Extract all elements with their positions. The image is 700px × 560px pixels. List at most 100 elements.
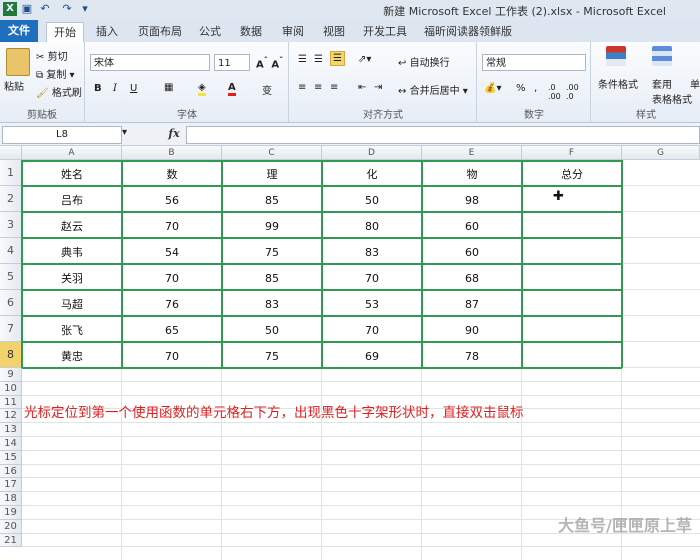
customize-quick-access-icon[interactable]: ▾ xyxy=(78,2,92,16)
data-cell[interactable]: 54 xyxy=(122,238,222,264)
data-cell[interactable]: 87 xyxy=(422,290,522,316)
column-header-a[interactable]: A xyxy=(22,146,122,160)
formula-input[interactable] xyxy=(186,126,700,144)
data-cell[interactable]: 80 xyxy=(322,212,422,238)
tab-foxit[interactable]: 福昕阅读器领鲜版 xyxy=(420,22,516,42)
cell-styles-button[interactable]: 单 xyxy=(690,76,700,91)
column-header-c[interactable]: C xyxy=(222,146,322,160)
data-cell[interactable] xyxy=(522,186,622,212)
column-header-d[interactable]: D xyxy=(322,146,422,160)
underline-button[interactable]: U xyxy=(130,83,137,94)
copy-button[interactable]: ⧉ 复制 ▾ xyxy=(36,66,75,81)
header-cell[interactable]: 化 xyxy=(322,160,422,186)
save-icon[interactable]: ▣ xyxy=(20,2,34,16)
row-header-16[interactable]: 16 xyxy=(0,464,22,479)
italic-button[interactable]: I xyxy=(113,83,117,94)
data-cell[interactable]: 83 xyxy=(222,290,322,316)
data-cell[interactable]: 50 xyxy=(322,186,422,212)
font-name-combo[interactable]: 宋体 xyxy=(90,54,210,71)
insert-function-button[interactable]: fx xyxy=(164,126,184,142)
decrease-indent-icon[interactable]: ⇤ xyxy=(358,82,366,93)
data-cell[interactable]: 黄忠 xyxy=(22,342,122,368)
row-header-10[interactable]: 10 xyxy=(0,381,22,396)
data-cell[interactable]: 70 xyxy=(122,342,222,368)
name-box-dropdown-icon[interactable]: ▾ xyxy=(122,127,127,138)
orientation-icon[interactable]: ⇗▾ xyxy=(358,54,371,65)
column-header-g[interactable]: G xyxy=(622,146,700,160)
data-cell[interactable] xyxy=(522,212,622,238)
row-header-5[interactable]: 5 xyxy=(0,264,22,290)
row-header-1[interactable]: 1 xyxy=(0,160,22,186)
align-right-icon[interactable]: ≡ xyxy=(330,82,338,93)
row-header-6[interactable]: 6 xyxy=(0,290,22,316)
data-cell[interactable]: 85 xyxy=(222,186,322,212)
row-header-20[interactable]: 20 xyxy=(0,519,22,534)
tab-page-layout[interactable]: 页面布局 xyxy=(133,22,187,42)
tab-formulas[interactable]: 公式 xyxy=(195,22,225,42)
number-format-combo[interactable]: 常规 xyxy=(482,54,586,71)
header-cell[interactable]: 总分 xyxy=(522,160,622,186)
header-cell[interactable]: 理 xyxy=(222,160,322,186)
row-header-3[interactable]: 3 xyxy=(0,212,22,238)
tab-data[interactable]: 数据 xyxy=(236,22,266,42)
data-cell[interactable]: 83 xyxy=(322,238,422,264)
data-cell[interactable]: 吕布 xyxy=(22,186,122,212)
row-header-21[interactable]: 21 xyxy=(0,533,22,548)
row-header-9[interactable]: 9 xyxy=(0,368,22,382)
data-cell[interactable]: 60 xyxy=(422,212,522,238)
format-painter-button[interactable]: 🖌 格式刷 xyxy=(36,84,82,99)
row-header-2[interactable]: 2 xyxy=(0,186,22,212)
header-cell[interactable]: 姓名 xyxy=(22,160,122,186)
data-cell[interactable]: 99 xyxy=(222,212,322,238)
merge-center-button[interactable]: ↔ 合并后居中 ▾ xyxy=(398,82,468,97)
cut-button[interactable]: ✂ 剪切 xyxy=(36,48,68,63)
tab-developer[interactable]: 开发工具 xyxy=(360,22,410,42)
column-header-b[interactable]: B xyxy=(122,146,222,160)
row-header-11[interactable]: 11 xyxy=(0,395,22,410)
data-cell[interactable]: 53 xyxy=(322,290,422,316)
comma-button[interactable]: , xyxy=(534,83,537,94)
row-header-8[interactable]: 8 xyxy=(0,342,22,368)
align-center-icon[interactable]: ≡ xyxy=(314,82,322,93)
font-color-icon[interactable]: A xyxy=(228,82,236,96)
row-header-18[interactable]: 18 xyxy=(0,492,22,506)
data-cell[interactable]: 85 xyxy=(222,264,322,290)
data-cell[interactable]: 68 xyxy=(422,264,522,290)
font-size-combo[interactable]: 11 xyxy=(214,54,250,71)
column-header-f[interactable]: F xyxy=(522,146,622,160)
percent-button[interactable]: % xyxy=(516,83,526,94)
tab-review[interactable]: 审阅 xyxy=(278,22,308,42)
data-cell[interactable]: 75 xyxy=(222,238,322,264)
tab-insert[interactable]: 插入 xyxy=(90,22,124,42)
data-cell[interactable]: 张飞 xyxy=(22,316,122,342)
tab-home[interactable]: 开始 xyxy=(46,22,84,43)
row-header-17[interactable]: 17 xyxy=(0,478,22,493)
wrap-text-button[interactable]: ↩ 自动换行 xyxy=(398,54,450,69)
fill-color-icon[interactable]: ◈ xyxy=(198,82,206,96)
row-header-15[interactable]: 15 xyxy=(0,450,22,465)
decrease-decimal-icon[interactable]: .00.0 xyxy=(566,83,579,101)
undo-icon[interactable]: ↶ xyxy=(38,2,52,16)
grow-font-button[interactable]: Aˆ Aˇ xyxy=(256,55,283,70)
row-header-19[interactable]: 19 xyxy=(0,506,22,520)
data-cell[interactable]: 69 xyxy=(322,342,422,368)
bold-button[interactable]: B xyxy=(94,83,102,94)
currency-icon[interactable]: 💰▾ xyxy=(484,83,501,94)
select-all-corner[interactable] xyxy=(0,146,22,160)
data-cell[interactable] xyxy=(522,342,622,368)
worksheet-grid[interactable]: A B C D E F G 1 2 3 4 5 6 7 8 9 10 11 12 13 14 15 16 17 1… xyxy=(0,146,700,560)
header-cell[interactable]: 数 xyxy=(122,160,222,186)
redo-icon[interactable]: ↷ xyxy=(60,2,74,16)
increase-indent-icon[interactable]: ⇥ xyxy=(374,82,382,93)
align-left-icon[interactable]: ≡ xyxy=(298,82,306,93)
data-cell[interactable] xyxy=(522,316,622,342)
data-cell[interactable]: 马超 xyxy=(22,290,122,316)
data-cell[interactable]: 78 xyxy=(422,342,522,368)
header-cell[interactable]: 物 xyxy=(422,160,522,186)
row-header-4[interactable]: 4 xyxy=(0,238,22,264)
data-cell[interactable]: 50 xyxy=(222,316,322,342)
border-icon[interactable]: ▦ xyxy=(164,82,173,93)
tab-file[interactable]: 文件 xyxy=(0,20,38,42)
row-header-7[interactable]: 7 xyxy=(0,316,22,342)
data-cell[interactable] xyxy=(522,264,622,290)
